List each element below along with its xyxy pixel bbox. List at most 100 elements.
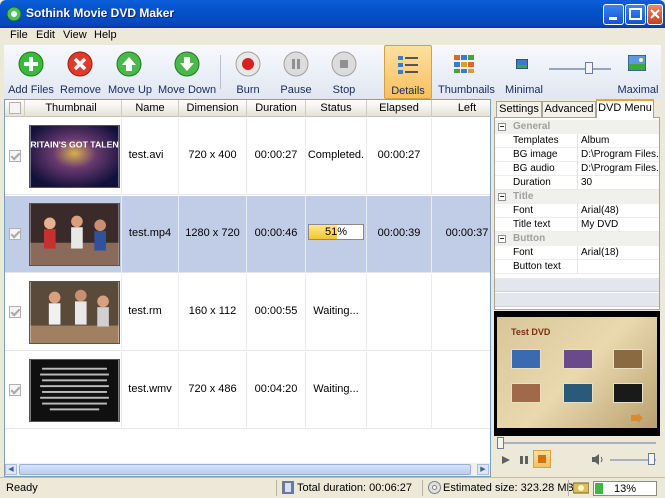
- close-button[interactable]: [647, 4, 663, 25]
- move-up-button[interactable]: Move Up: [108, 45, 152, 99]
- prop-bg-audio[interactable]: BG audio D:\Program Files...: [495, 162, 659, 176]
- status-bar: Ready Total duration: 00:06:27 Estimated…: [0, 477, 665, 498]
- table-row[interactable]: test.rm 160 x 112 00:00:55 Waiting...: [5, 274, 490, 351]
- collapse-icon: −: [498, 122, 506, 131]
- row-checkbox[interactable]: [9, 228, 21, 240]
- menu-file[interactable]: File: [10, 29, 28, 41]
- tab-dvd-menu[interactable]: DVD Menu: [596, 99, 654, 118]
- preview-title: Test DVD: [511, 327, 551, 337]
- row-checkbox[interactable]: [9, 150, 21, 162]
- scroll-left-icon[interactable]: ◀: [5, 464, 17, 475]
- preview-controls: [494, 436, 661, 477]
- table-row[interactable]: test.mp4 1280 x 720 00:00:46 51% 00:00:3…: [5, 196, 490, 273]
- status-estimated-size: Estimated size: 323.28 MB: [443, 482, 574, 494]
- row-duration: 00:00:46: [254, 227, 298, 239]
- scrollbar-thumb[interactable]: [19, 464, 471, 475]
- stop-icon: [331, 51, 357, 77]
- prop-bg-image[interactable]: BG image D:\Program Files...: [495, 148, 659, 162]
- menu-edit[interactable]: Edit: [36, 29, 55, 41]
- thumbnails-grid-icon: [454, 55, 474, 73]
- dvd-disc-icon: [573, 482, 589, 494]
- column-left[interactable]: Left: [432, 102, 502, 114]
- prop-button-font[interactable]: Font Arial(18): [495, 246, 659, 260]
- pause-icon: [283, 51, 309, 77]
- chapter-thumbnail: [563, 383, 593, 403]
- remove-icon: [67, 51, 93, 77]
- pause-button[interactable]: Pause: [278, 45, 314, 99]
- table-row[interactable]: BRITAIN'S GOT TALENT test.avi 720 x 400 …: [5, 118, 490, 195]
- menu-help[interactable]: Help: [94, 29, 117, 41]
- right-panel: Settings Advanced DVD Menu − General Temp…: [494, 99, 661, 477]
- chapter-thumbnail: [511, 383, 541, 403]
- play-icon[interactable]: [501, 455, 511, 465]
- row-name: test.avi: [128, 149, 164, 161]
- collapse-icon: −: [498, 234, 506, 243]
- row-name: test.wmv: [128, 383, 172, 395]
- move-down-button[interactable]: Move Down: [158, 45, 216, 99]
- row-name: test.mp4: [128, 227, 172, 239]
- minimize-button[interactable]: [603, 4, 624, 25]
- status-total-duration: Total duration: 00:06:27: [297, 482, 412, 494]
- volume-slider-thumb[interactable]: [648, 453, 655, 465]
- zoom-slider-thumb[interactable]: [585, 62, 594, 74]
- minimal-zoom-button[interactable]: Minimal: [504, 45, 544, 99]
- video-thumbnail: [29, 359, 120, 422]
- arrow-up-icon: [116, 51, 142, 77]
- menu-bar: File Edit View Help: [4, 28, 661, 45]
- file-list-header: Thumbnail Name Dimension Duration Status…: [5, 100, 490, 117]
- maximize-button[interactable]: [625, 4, 646, 25]
- menu-preview-background: Test DVD: [497, 317, 657, 428]
- row-checkbox[interactable]: [9, 384, 21, 396]
- column-elapsed[interactable]: Elapsed: [367, 102, 431, 114]
- stop-preview-button[interactable]: [533, 450, 551, 468]
- column-duration[interactable]: Duration: [247, 102, 305, 114]
- minimize-icon: [609, 17, 617, 20]
- add-files-button[interactable]: Add Files: [8, 45, 54, 99]
- file-list: Thumbnail Name Dimension Duration Status…: [4, 99, 491, 477]
- scroll-right-icon[interactable]: ▶: [477, 464, 489, 475]
- stop-button[interactable]: Stop: [326, 45, 362, 99]
- row-status: Completed.: [307, 149, 365, 161]
- toolbar-separator: [220, 55, 221, 89]
- preview-seek-thumb[interactable]: [497, 437, 504, 449]
- prop-title-font[interactable]: Font Arial(48): [495, 204, 659, 218]
- prop-templates[interactable]: Templates Album: [495, 134, 659, 148]
- burn-button[interactable]: Burn: [230, 45, 266, 99]
- category-general[interactable]: − General: [495, 120, 659, 134]
- horizontal-scrollbar[interactable]: ◀ ▶: [5, 463, 490, 476]
- toolbar: Add Files Remove Move Up Move Down Burn …: [4, 45, 661, 99]
- pause-icon[interactable]: [519, 455, 529, 465]
- remove-button[interactable]: Remove: [60, 45, 101, 99]
- title-bar: Sothink Movie DVD Maker: [0, 0, 665, 28]
- prop-title-text[interactable]: Title text My DVD: [495, 218, 659, 232]
- details-view-button[interactable]: Details: [384, 45, 432, 99]
- prop-button-text[interactable]: Button text: [495, 260, 659, 274]
- maximal-zoom-button[interactable]: Maximal: [616, 45, 660, 99]
- thumbnail-text: BRITAIN'S GOT TALENT: [29, 139, 120, 149]
- video-thumbnail: BRITAIN'S GOT TALENT: [29, 125, 120, 188]
- maximize-icon: [629, 8, 642, 20]
- table-row[interactable]: test.wmv 720 x 486 00:04:20 Waiting...: [5, 352, 490, 429]
- column-thumbnail[interactable]: Thumbnail: [25, 102, 117, 114]
- menu-view[interactable]: View: [63, 29, 87, 41]
- zoom-slider-track[interactable]: [549, 68, 611, 70]
- row-name: test.rm: [128, 305, 162, 317]
- column-name[interactable]: Name: [122, 102, 178, 114]
- volume-icon[interactable]: [592, 454, 604, 465]
- thumbnails-view-button[interactable]: Thumbnails: [438, 45, 495, 99]
- row-dimension: 160 x 112: [188, 305, 237, 317]
- tab-settings[interactable]: Settings: [496, 101, 542, 118]
- chapter-thumbnail: [613, 349, 643, 369]
- stop-icon: [538, 455, 546, 463]
- tab-advanced[interactable]: Advanced: [542, 101, 596, 118]
- row-checkbox[interactable]: [9, 306, 21, 318]
- select-all-checkbox[interactable]: [9, 102, 21, 114]
- row-dimension: 720 x 400: [188, 149, 237, 161]
- category-button[interactable]: − Button: [495, 232, 659, 246]
- preview-seek-track[interactable]: [500, 442, 656, 444]
- row-elapsed: 00:00:39: [377, 227, 421, 239]
- column-status[interactable]: Status: [306, 102, 366, 114]
- prop-duration[interactable]: Duration 30: [495, 176, 659, 190]
- category-title[interactable]: − Title: [495, 190, 659, 204]
- column-dimension[interactable]: Dimension: [179, 102, 246, 114]
